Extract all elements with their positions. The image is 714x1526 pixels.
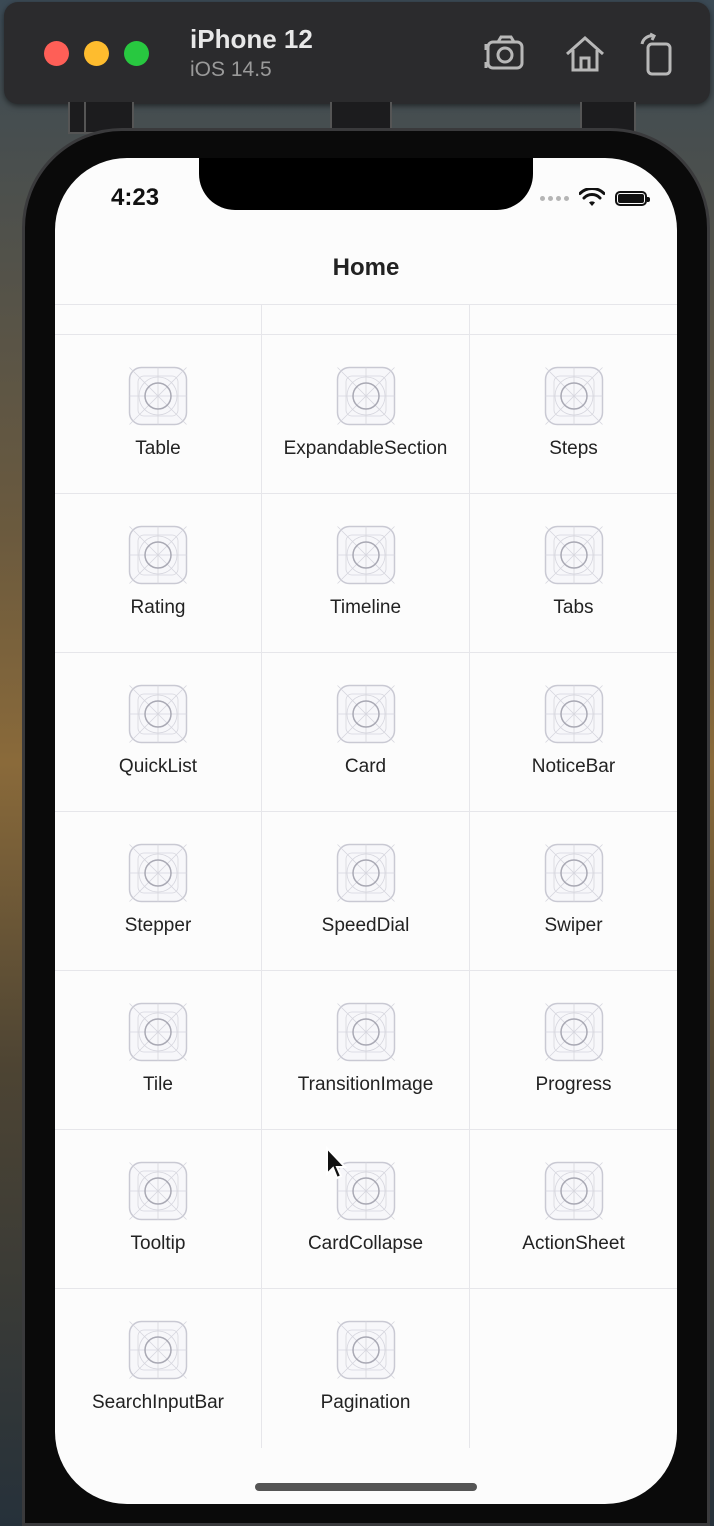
grid-top-strip <box>55 305 677 334</box>
grid-item-label: QuickList <box>118 756 198 777</box>
grid-item-label: Tabs <box>553 597 594 618</box>
grid-item-label: Steps <box>549 438 598 459</box>
grid-item-label: NoticeBar <box>531 756 616 777</box>
battery-icon <box>615 190 650 206</box>
home-icon[interactable] <box>561 30 609 78</box>
grid-item[interactable]: Tile <box>55 971 262 1130</box>
grid-item[interactable]: TransitionImage <box>262 971 470 1130</box>
rotate-icon[interactable] <box>634 30 682 78</box>
minimize-window-button[interactable] <box>84 41 109 66</box>
grid-item[interactable]: ExpandableSection <box>262 335 470 494</box>
placeholder-icon <box>128 684 188 744</box>
placeholder-icon <box>336 525 396 585</box>
placeholder-icon <box>128 843 188 903</box>
grid-item[interactable]: Table <box>55 335 262 494</box>
grid-item[interactable]: Pagination <box>262 1289 470 1448</box>
placeholder-icon <box>128 525 188 585</box>
screenshot-icon[interactable] <box>482 30 530 78</box>
device-name: iPhone 12 <box>190 24 313 54</box>
grid-item-label: Timeline <box>329 597 402 618</box>
placeholder-icon <box>336 1002 396 1062</box>
placeholder-icon <box>336 1320 396 1380</box>
grid-empty-cell <box>470 1289 677 1448</box>
placeholder-icon <box>544 843 604 903</box>
mouse-cursor-icon <box>326 1146 348 1180</box>
grid-item[interactable]: SearchInputBar <box>55 1289 262 1448</box>
notch <box>199 158 533 210</box>
grid-item-label: TransitionImage <box>297 1074 434 1095</box>
grid-item-label: ActionSheet <box>522 1233 625 1254</box>
signal-dots-icon <box>540 195 569 201</box>
placeholder-icon <box>544 1002 604 1062</box>
status-time: 4:23 <box>111 184 160 211</box>
page-title: Home <box>332 254 400 281</box>
grid-item-label: SearchInputBar <box>91 1392 225 1413</box>
grid-item[interactable]: SpeedDial <box>262 812 470 971</box>
grid-item[interactable]: Card <box>262 653 470 812</box>
os-version: iOS 14.5 <box>190 58 272 81</box>
grid-item[interactable]: CardCollapse <box>262 1130 470 1289</box>
grid-item-label: ExpandableSection <box>283 438 448 459</box>
placeholder-icon <box>336 684 396 744</box>
component-grid: Table ExpandableSection Steps Rating Tim… <box>55 334 677 1448</box>
grid-item[interactable]: Stepper <box>55 812 262 971</box>
grid-item[interactable]: Progress <box>470 971 677 1130</box>
grid-item[interactable]: Tooltip <box>55 1130 262 1289</box>
iphone-screen: 4:23 Home Table ExpandableSection Steps <box>55 158 677 1504</box>
grid-item-label: SpeedDial <box>321 915 410 936</box>
placeholder-icon <box>544 1161 604 1221</box>
placeholder-icon <box>544 366 604 426</box>
grid-item[interactable]: ActionSheet <box>470 1130 677 1289</box>
grid-item-label: Tile <box>143 1074 173 1095</box>
grid-item-label: Swiper <box>544 915 603 936</box>
simulator-title-bar: iPhone 12 iOS 14.5 <box>4 2 710 104</box>
placeholder-icon <box>336 366 396 426</box>
placeholder-icon <box>128 1320 188 1380</box>
grid-item-label: Rating <box>130 597 186 618</box>
grid-item-label: Card <box>344 756 387 777</box>
home-indicator[interactable] <box>255 1483 477 1491</box>
placeholder-icon <box>544 525 604 585</box>
grid-item[interactable]: Timeline <box>262 494 470 653</box>
grid-item-label: Stepper <box>124 915 192 936</box>
close-window-button[interactable] <box>44 41 69 66</box>
status-icons <box>540 188 650 208</box>
zoom-window-button[interactable] <box>124 41 149 66</box>
placeholder-icon <box>128 366 188 426</box>
grid-item-label: Table <box>135 438 181 459</box>
placeholder-icon <box>128 1002 188 1062</box>
grid-item[interactable]: NoticeBar <box>470 653 677 812</box>
grid-item[interactable]: Rating <box>55 494 262 653</box>
grid-item[interactable]: Tabs <box>470 494 677 653</box>
grid-item[interactable]: Steps <box>470 335 677 494</box>
placeholder-icon <box>544 684 604 744</box>
placeholder-icon <box>128 1161 188 1221</box>
placeholder-icon <box>336 843 396 903</box>
grid-item-label: Tooltip <box>130 1233 186 1254</box>
grid-item[interactable]: QuickList <box>55 653 262 812</box>
wifi-icon <box>579 188 605 206</box>
grid-item-label: CardCollapse <box>307 1233 424 1254</box>
grid-item-label: Pagination <box>320 1392 411 1413</box>
grid-item-label: Progress <box>535 1074 612 1095</box>
grid-item[interactable]: Swiper <box>470 812 677 971</box>
